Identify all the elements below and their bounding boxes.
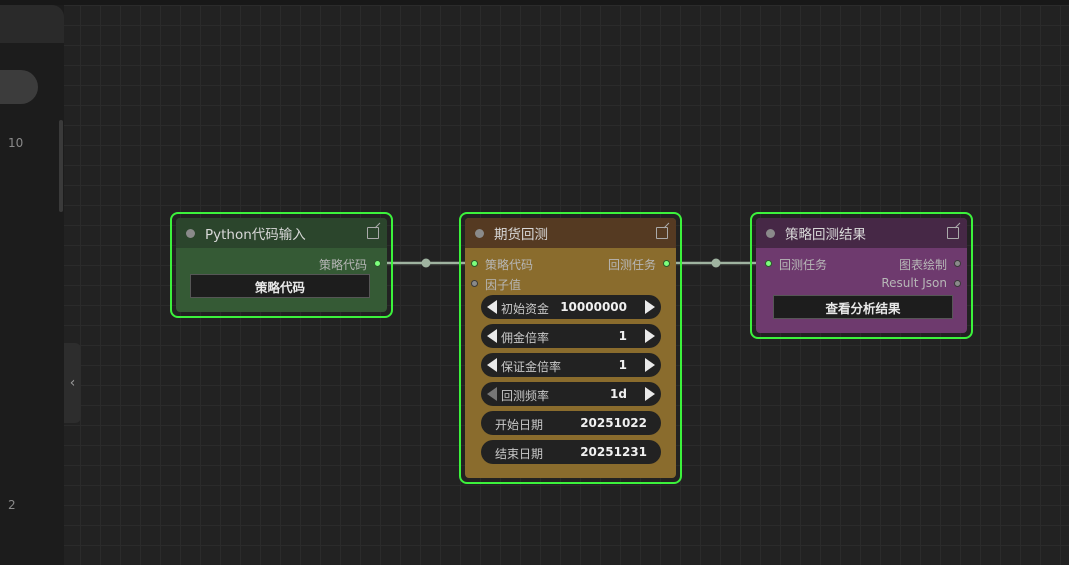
output-socket[interactable]	[954, 280, 961, 287]
link-midpoint	[421, 258, 431, 268]
input-slot-label: 因子值	[485, 278, 522, 292]
widget-value: 20251022	[580, 416, 647, 430]
widget-initial-capital[interactable]: 初始资金 10000000	[481, 295, 661, 319]
decrement-arrow-icon[interactable]	[487, 329, 497, 343]
node-backtest-result[interactable]: 策略回测结果 回测任务 图表绘制 Result Json 查看分析结果	[750, 212, 973, 339]
view-analysis-result-button[interactable]: 查看分析结果	[773, 295, 953, 319]
widget-margin-multiplier[interactable]: 保证金倍率 1	[481, 353, 661, 377]
input-slot-label: 策略代码	[485, 258, 534, 272]
widget-start-date[interactable]: 开始日期 20251022	[481, 411, 661, 435]
decrement-arrow-icon[interactable]	[487, 358, 497, 372]
edit-icon[interactable]	[367, 227, 379, 239]
node-title-bar[interactable]: 策略回测结果	[756, 218, 967, 248]
node-title: 期货回测	[494, 227, 548, 243]
widget-label: 结束日期	[495, 447, 544, 461]
increment-arrow-icon[interactable]	[645, 329, 655, 343]
collapse-dot-icon[interactable]	[766, 228, 775, 238]
output-slot-label: 回测任务	[607, 258, 656, 272]
widget-label: 开始日期	[495, 418, 544, 432]
collapse-dot-icon[interactable]	[186, 228, 195, 238]
widget-value: 1d	[610, 387, 627, 401]
node-title-bar[interactable]: 期货回测	[465, 218, 676, 248]
increment-arrow-icon[interactable]	[645, 358, 655, 372]
output-slot-label: 策略代码	[318, 258, 367, 272]
output-socket[interactable]	[374, 260, 381, 267]
output-slot-label: 图表绘制	[898, 258, 947, 272]
widget-value: 1	[618, 358, 627, 372]
input-slot-label: 回测任务	[779, 258, 828, 272]
widget-label: 初始资金	[501, 302, 550, 316]
next-arrow-icon[interactable]	[645, 387, 655, 401]
output-socket[interactable]	[663, 260, 670, 267]
edit-icon[interactable]	[947, 227, 959, 239]
strategy-code-button[interactable]: 策略代码	[190, 274, 370, 298]
decrement-arrow-icon[interactable]	[487, 300, 497, 314]
widget-end-date[interactable]: 结束日期 20251231	[481, 440, 661, 464]
previous-arrow-icon[interactable]	[487, 387, 497, 401]
node-futures-backtest[interactable]: 期货回测 策略代码 因子值 回测任务 初始资金 10000000 佣金倍率 1 …	[459, 212, 682, 484]
input-socket[interactable]	[471, 260, 478, 267]
widget-label: 佣金倍率	[501, 331, 550, 345]
node-title: 策略回测结果	[785, 227, 866, 243]
input-socket[interactable]	[765, 260, 772, 267]
widget-value: 1	[618, 329, 627, 343]
widget-value: 10000000	[560, 300, 627, 314]
widget-label: 保证金倍率	[501, 360, 562, 374]
output-socket[interactable]	[954, 260, 961, 267]
widget-label: 回测频率	[501, 389, 550, 403]
increment-arrow-icon[interactable]	[645, 300, 655, 314]
node-title-bar[interactable]: Python代码输入	[176, 218, 387, 248]
collapse-dot-icon[interactable]	[475, 228, 484, 238]
input-socket[interactable]	[471, 280, 478, 287]
widget-commission-multiplier[interactable]: 佣金倍率 1	[481, 324, 661, 348]
node-title: Python代码输入	[205, 227, 306, 243]
widget-backtest-frequency[interactable]: 回测频率 1d	[481, 382, 661, 406]
output-slot-label: Result Json	[881, 276, 947, 290]
link-midpoint	[711, 258, 721, 268]
widget-value: 20251231	[580, 445, 647, 459]
edit-icon[interactable]	[656, 227, 668, 239]
node-python-input[interactable]: Python代码输入 策略代码 策略代码	[170, 212, 393, 318]
